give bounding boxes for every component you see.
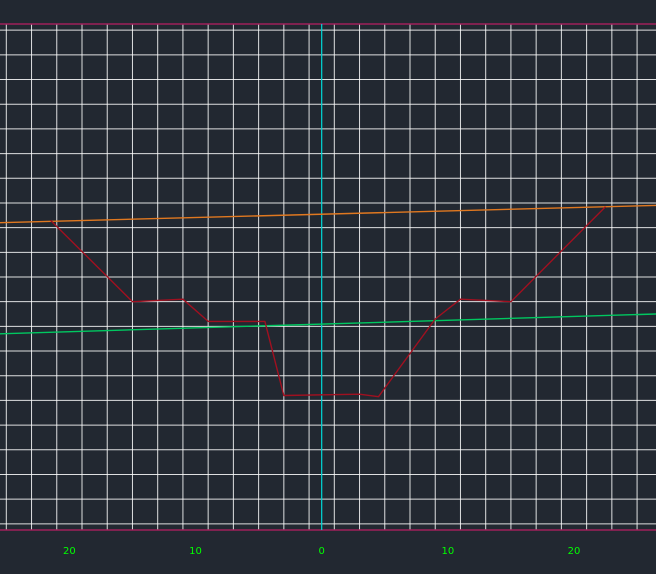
- x-tick-label: 10: [189, 546, 202, 557]
- x-tick-label: 20: [568, 546, 581, 557]
- chart-svg: 20 10 0 10 20: [0, 23, 656, 557]
- series-line-1: [0, 204, 656, 224]
- series-group: [0, 204, 656, 398]
- x-tick-label: 10: [441, 546, 454, 557]
- x-tick-labels: 20 10 0 10 20: [63, 546, 580, 557]
- x-tick-label: 20: [63, 546, 76, 557]
- grid: [0, 24, 656, 530]
- cross-section-plot: 20 10 0 10 20: [0, 0, 656, 574]
- series-line-2: [0, 313, 656, 335]
- x-tick-label: 0: [319, 546, 325, 557]
